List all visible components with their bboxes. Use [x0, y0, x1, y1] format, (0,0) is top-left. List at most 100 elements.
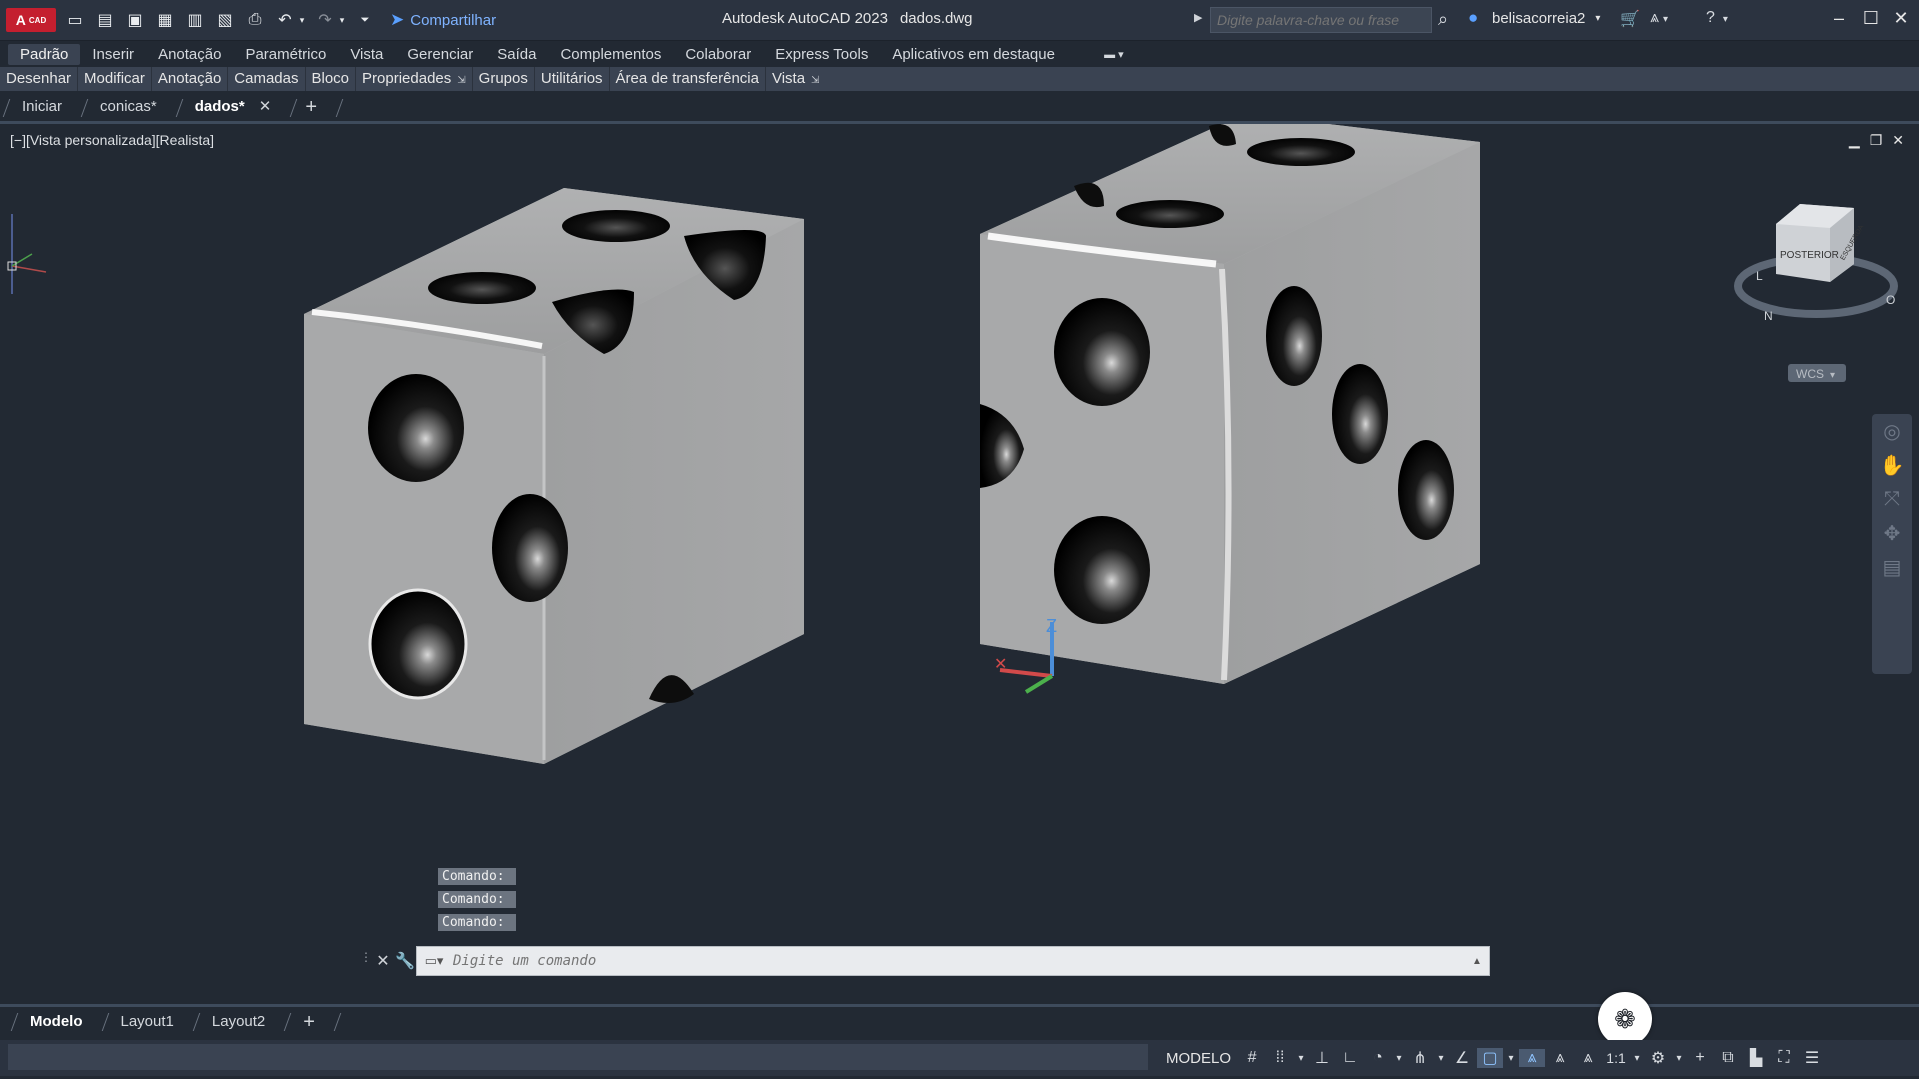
die-left[interactable]: [304, 188, 804, 764]
print-icon[interactable]: ⎙: [244, 9, 266, 31]
workspace-dropdown-icon[interactable]: ▾: [1673, 1053, 1685, 1064]
new-tab-button[interactable]: +: [287, 93, 333, 121]
layout-tab-modelo[interactable]: Modelo: [8, 1007, 99, 1037]
polar-dropdown-icon[interactable]: ▾: [1393, 1053, 1405, 1064]
snap-icon[interactable]: ⁞⁞: [1267, 1049, 1293, 1067]
pan-hand-icon[interactable]: ✋: [1872, 448, 1912, 482]
undo-icon[interactable]: ↶: [274, 9, 296, 31]
tab-colaborar[interactable]: Colaborar: [673, 44, 763, 65]
close-icon[interactable]: ✕: [1888, 8, 1914, 29]
tab-aplicativos[interactable]: Aplicativos em destaque: [880, 44, 1067, 65]
isodraft-icon[interactable]: ⋔: [1407, 1048, 1433, 1068]
tab-inserir[interactable]: Inserir: [80, 44, 146, 65]
undo-dropdown-icon[interactable]: ▾: [298, 9, 306, 31]
tab-vista[interactable]: Vista: [338, 44, 395, 65]
save-as-icon[interactable]: ▦: [154, 9, 176, 31]
tab-express-tools[interactable]: Express Tools: [763, 44, 880, 65]
panel-bloco[interactable]: Bloco: [306, 67, 357, 91]
snap-dropdown-icon[interactable]: ▾: [1295, 1053, 1307, 1064]
panel-anotacao[interactable]: Anotação: [152, 67, 229, 91]
drawing-viewport[interactable]: [−][Vista personalizada][Realista] ▁ ❐ ✕: [4, 124, 1916, 998]
command-line: ⋮ ✕ 🔧 ▭▾ ▲: [360, 946, 1490, 976]
scale-dropdown-icon[interactable]: ▾: [1631, 1053, 1643, 1064]
new-file-icon[interactable]: ▭: [64, 9, 86, 31]
model-space-toggle[interactable]: MODELO: [1160, 1050, 1237, 1067]
isodraft-dropdown-icon[interactable]: ▾: [1435, 1053, 1447, 1064]
panel-desenhar[interactable]: Desenhar: [0, 67, 79, 91]
layout-tab-layout1[interactable]: Layout1: [99, 1007, 190, 1037]
minimize-icon[interactable]: –: [1826, 8, 1852, 29]
panel-grupos[interactable]: Grupos: [473, 67, 535, 91]
save-icon[interactable]: ▣: [124, 9, 146, 31]
polar-icon[interactable]: ◔: [1365, 1049, 1391, 1067]
command-history: Comando: Comando: Comando:: [438, 868, 516, 937]
panel-area-transferencia[interactable]: Área de transferência: [610, 67, 766, 91]
command-input-box[interactable]: ▭▾ ▲: [416, 946, 1490, 976]
file-tab-dados[interactable]: dados* ✕: [172, 93, 288, 121]
app-logo[interactable]: A CAD: [6, 8, 56, 32]
autodesk-assistant-icon[interactable]: ❁: [1598, 992, 1652, 1046]
tab-complementos[interactable]: Complementos: [548, 44, 673, 65]
viewcube[interactable]: POSTERIOR ESQUERDA N O L: [1734, 204, 1898, 323]
recent-commands-icon[interactable]: ▭▾: [417, 953, 451, 969]
object-snap-icon[interactable]: ▢: [1477, 1048, 1504, 1068]
close-command-icon[interactable]: ✕: [372, 951, 394, 971]
annotation-monitor-icon[interactable]: +: [1687, 1049, 1713, 1067]
open-web-icon[interactable]: ▥: [184, 9, 206, 31]
tab-gerenciar[interactable]: Gerenciar: [395, 44, 485, 65]
isolate-objects-icon[interactable]: ⧉: [1715, 1049, 1741, 1067]
drag-handle-icon[interactable]: ⋮: [360, 950, 372, 972]
panel-utilitarios[interactable]: Utilitários: [535, 67, 610, 91]
open-folder-icon[interactable]: ▤: [94, 9, 116, 31]
file-tab-iniciar[interactable]: Iniciar: [0, 93, 78, 121]
zoom-extents-icon[interactable]: ⤧: [1872, 482, 1912, 516]
layout-tab-layout2[interactable]: Layout2: [190, 1007, 281, 1037]
redo-dropdown-icon[interactable]: ▾: [338, 9, 346, 31]
help-icon[interactable]: ? ▾: [1706, 9, 1728, 27]
grid-icon[interactable]: #: [1239, 1049, 1265, 1067]
panel-modificar[interactable]: Modificar: [78, 67, 152, 91]
gear-icon[interactable]: ⚙: [1645, 1048, 1671, 1068]
search-input[interactable]: [1210, 7, 1432, 33]
tab-saida[interactable]: Saída: [485, 44, 548, 65]
wcs-menu[interactable]: WCS ▾: [1788, 364, 1846, 382]
annotation-scale-icon[interactable]: ⩓: [1575, 1049, 1601, 1067]
autodesk-account-icon[interactable]: ⩓ ▾: [1650, 9, 1668, 27]
share-button[interactable]: ➤ Compartilhar: [390, 10, 496, 30]
command-input[interactable]: [451, 952, 1465, 970]
object-snap-dropdown-icon[interactable]: ▾: [1505, 1053, 1517, 1064]
tab-anotacao[interactable]: Anotação: [146, 44, 233, 65]
infer-constraints-icon[interactable]: ⊥: [1309, 1048, 1335, 1068]
clean-screen-icon[interactable]: ⛶: [1771, 1049, 1797, 1067]
maximize-icon[interactable]: ☐: [1858, 8, 1884, 29]
auto-scale-icon[interactable]: ⩓: [1547, 1049, 1573, 1067]
search-icon[interactable]: ⌕: [1438, 9, 1448, 30]
customization-menu-icon[interactable]: ☰: [1799, 1048, 1825, 1068]
panel-propriedades[interactable]: Propriedades ⇲: [356, 67, 473, 91]
close-tab-icon[interactable]: ✕: [259, 98, 272, 115]
panel-vista[interactable]: Vista ⇲: [766, 67, 825, 91]
scale-value[interactable]: 1:1: [1603, 1050, 1629, 1066]
file-tab-conicas[interactable]: conicas*: [78, 93, 173, 121]
search-expand-icon[interactable]: ▶: [1194, 11, 1202, 24]
hardware-acceleration-icon[interactable]: ▙: [1743, 1048, 1769, 1068]
steering-wheel-icon[interactable]: ◎: [1872, 414, 1912, 448]
annotation-visibility-icon[interactable]: ⩓: [1519, 1049, 1546, 1067]
customize-wrench-icon[interactable]: 🔧: [394, 951, 416, 971]
tab-parametrico[interactable]: Paramétrico: [233, 44, 338, 65]
orbit-icon[interactable]: ✥: [1872, 516, 1912, 550]
save-web-icon[interactable]: ▧: [214, 9, 236, 31]
object-snap-tracking-icon[interactable]: ∠: [1449, 1048, 1475, 1068]
redo-icon[interactable]: ↷: [314, 9, 336, 31]
user-menu[interactable]: ● belisacorreia2 ▾: [1468, 8, 1600, 28]
history-up-icon[interactable]: ▲: [1465, 956, 1489, 967]
tab-padrao[interactable]: Padrão: [8, 43, 81, 65]
showmotion-icon[interactable]: ▤: [1872, 550, 1912, 584]
new-layout-button[interactable]: +: [281, 1007, 331, 1037]
panel-camadas[interactable]: Camadas: [228, 67, 306, 91]
cart-icon[interactable]: 🛒: [1620, 9, 1640, 29]
ortho-icon[interactable]: ∟: [1337, 1049, 1363, 1067]
ribbon-minimize-toggle[interactable]: ▬ ▾: [1097, 45, 1131, 63]
customize-toolbar-icon[interactable]: ⏷: [354, 9, 376, 31]
die-right[interactable]: [980, 124, 1480, 684]
